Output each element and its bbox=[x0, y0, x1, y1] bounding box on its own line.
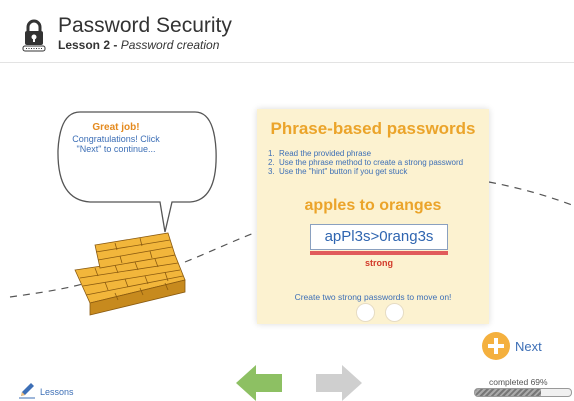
step-number: 2. bbox=[268, 158, 275, 167]
lesson-number: Lesson 2 - bbox=[58, 38, 121, 52]
lessons-button[interactable]: Lessons bbox=[18, 379, 98, 401]
page-title: Password Security bbox=[58, 14, 232, 37]
arrow-right-icon[interactable] bbox=[316, 365, 362, 401]
arrow-left-icon[interactable] bbox=[236, 365, 282, 401]
instruction-step: 3. Use the "hint" button if you get stuck bbox=[268, 167, 478, 176]
panel-title: Phrase-based passwords bbox=[270, 119, 476, 138]
bubble-message: Congratulations! Click "Next" to continu… bbox=[72, 134, 160, 154]
progress-fill bbox=[475, 389, 542, 396]
brick-wall bbox=[74, 232, 186, 316]
lessons-label: Lessons bbox=[40, 387, 74, 397]
header: Password Security Lesson 2 - Password cr… bbox=[0, 0, 574, 63]
password-input[interactable]: apPl3s>0rang3s bbox=[310, 224, 448, 250]
lesson-name: Password creation bbox=[120, 38, 220, 52]
step-number: 3. bbox=[268, 167, 275, 176]
step-text: Use the phrase method to create a strong… bbox=[279, 158, 464, 167]
completion-note: Create two strong passwords to move on! bbox=[294, 292, 452, 302]
progress-dot-1 bbox=[356, 303, 375, 322]
instruction-step: 2. Use the phrase method to create a stro… bbox=[268, 158, 478, 167]
strength-meter bbox=[310, 251, 448, 255]
next-label: Next bbox=[515, 339, 542, 354]
step-text: Use the "hint" button if you get stuck bbox=[279, 167, 408, 176]
instruction-step: 1. Read the provided phrase bbox=[268, 149, 478, 158]
next-button[interactable]: Next bbox=[482, 332, 552, 362]
instruction-list: 1. Read the provided phrase 2. Use the phr… bbox=[268, 149, 478, 176]
step-number: 1. bbox=[268, 149, 275, 158]
bubble-title: Great job! bbox=[92, 122, 140, 133]
step-text: Read the provided phrase bbox=[279, 149, 372, 158]
provided-phrase: apples to oranges bbox=[304, 197, 442, 214]
lock-icon bbox=[22, 19, 46, 52]
completed-label: completed 69% bbox=[489, 377, 548, 387]
lesson-subtitle: Lesson 2 - Password creation bbox=[58, 38, 219, 52]
plus-icon bbox=[482, 332, 510, 360]
progress-dot-2 bbox=[385, 303, 404, 322]
exercise-panel: Phrase-based passwords 1. Read the provid… bbox=[257, 109, 489, 324]
pencil-icon bbox=[19, 383, 35, 399]
footer: Lessons completed 69% bbox=[0, 365, 574, 401]
strength-label: strong bbox=[365, 258, 393, 268]
speech-bubble: Great job! Congratulations! Click "Next"… bbox=[60, 122, 172, 155]
course-progress-bar bbox=[474, 388, 572, 397]
